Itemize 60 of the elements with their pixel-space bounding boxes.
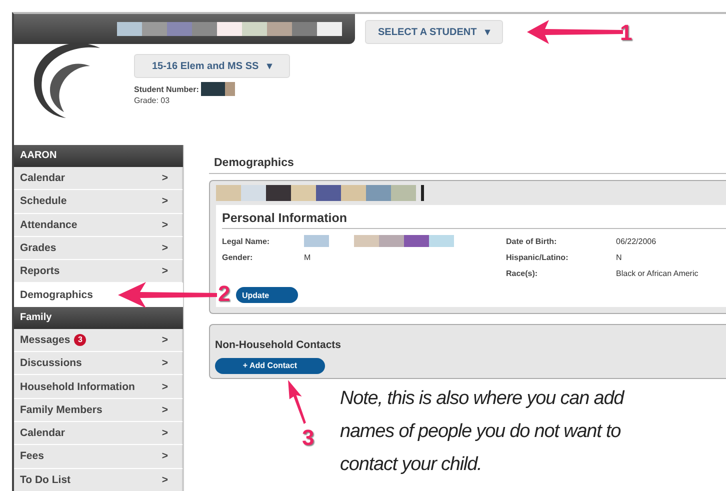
sidebar-item[interactable]: Grades > bbox=[14, 236, 183, 260]
field-label: Hispanic/Latino: bbox=[506, 252, 570, 262]
sidebar-item[interactable]: Attendance > bbox=[14, 214, 183, 237]
sidebar-item-label: Calendar bbox=[20, 172, 65, 184]
sidebar-item-label: Attendance bbox=[20, 218, 78, 231]
sidebar-item-label: Reports bbox=[20, 265, 60, 278]
chevron-icon: > bbox=[162, 380, 168, 393]
sidebar-section-header: Family bbox=[14, 306, 183, 329]
chevron-icon: > bbox=[162, 404, 168, 416]
sidebar-item-label: Household Information bbox=[20, 380, 135, 393]
chevron-icon: > bbox=[162, 172, 168, 184]
chevron-icon: > bbox=[162, 334, 168, 346]
sidebar-item-label: Discussions bbox=[20, 357, 82, 370]
sidebar-item[interactable]: Fees > bbox=[14, 445, 183, 469]
add-contact-button[interactable]: + Add Contact bbox=[215, 358, 325, 374]
section-title: Personal Information bbox=[222, 211, 726, 229]
field-label: Legal Name: bbox=[222, 236, 271, 246]
count-badge: 3 bbox=[74, 334, 86, 346]
chevron-icon: > bbox=[162, 265, 168, 278]
field-value: Black or African Americ bbox=[616, 268, 698, 278]
student-select-dropdown[interactable]: SELECT A STUDENT ▾ bbox=[365, 20, 504, 44]
sidebar-item[interactable]: Calendar > bbox=[14, 422, 183, 446]
sidebar-item[interactable]: Family Members > bbox=[14, 398, 183, 422]
sidebar-item-label: Schedule bbox=[20, 195, 67, 208]
sidebar-item-label: Calendar bbox=[20, 427, 65, 440]
student-number-label: Student Number: bbox=[134, 84, 199, 94]
field-value: 06/22/2006 bbox=[616, 236, 656, 246]
sidebar-item-label: Family Members bbox=[20, 404, 102, 416]
sidebar-item-label: To Do List bbox=[20, 474, 71, 486]
chevron-icon: > bbox=[162, 242, 168, 254]
sidebar-item[interactable]: Discussions > bbox=[14, 352, 183, 376]
sidebar-item[interactable]: Calendar > bbox=[14, 167, 183, 190]
chevron-icon: > bbox=[162, 450, 168, 462]
sidebar-item[interactable]: Reports > bbox=[14, 260, 183, 284]
field-label: Race(s): bbox=[506, 268, 539, 278]
sidebar-item[interactable]: Household Information > bbox=[14, 375, 183, 399]
section-title: Non-Household Contacts bbox=[215, 339, 342, 351]
field-value: N bbox=[616, 252, 622, 262]
field-label: Date of Birth: bbox=[506, 236, 558, 246]
chevron-icon: > bbox=[162, 427, 168, 440]
chevron-icon: > bbox=[162, 474, 168, 486]
chevron-icon: > bbox=[162, 195, 168, 208]
sidebar-item[interactable]: To Do List > bbox=[14, 468, 183, 491]
sidebar-item-label: Fees bbox=[20, 450, 44, 462]
sidebar-item-label: Demographics bbox=[20, 288, 93, 301]
grade-text: Grade: 03 bbox=[134, 96, 171, 105]
chevron-icon: > bbox=[162, 357, 168, 370]
update-button[interactable]: Update bbox=[236, 287, 298, 303]
sidebar-item-label: Messages bbox=[20, 334, 70, 346]
sidebar-item-label: Grades bbox=[20, 242, 56, 254]
field-label: Gender: bbox=[222, 252, 254, 262]
annotation-note: Note, this is also where you can add names of people you do not want to contact your child. bbox=[340, 387, 626, 477]
page-title: Demographics bbox=[209, 155, 726, 174]
chevron-icon: > bbox=[162, 218, 168, 231]
sidebar-item[interactable]: Schedule > bbox=[14, 190, 183, 214]
sidebar-item[interactable]: Messages 3 > bbox=[14, 328, 183, 352]
sidebar-section-header: AARON bbox=[14, 145, 183, 167]
annotation-number: 1 bbox=[620, 20, 632, 46]
field-value: M bbox=[304, 252, 311, 262]
term-select-dropdown[interactable]: 15-16 Elem and MS SS ▾ bbox=[134, 54, 290, 78]
